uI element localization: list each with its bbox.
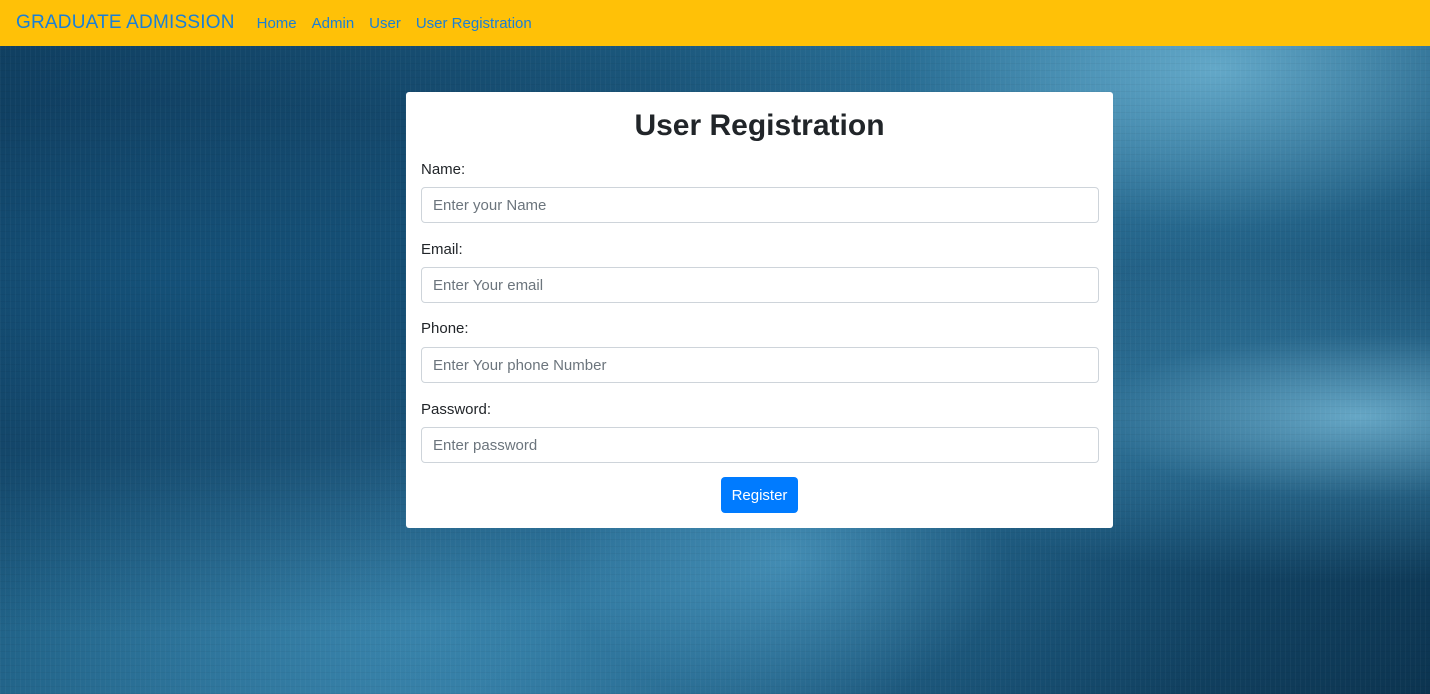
nav-link-user-registration[interactable]: User Registration	[416, 15, 532, 32]
phone-label: Phone:	[421, 320, 469, 337]
top-navbar: GRADUATE ADMISSION Home Admin User User …	[0, 0, 1430, 46]
nav-link-home[interactable]: Home	[257, 15, 297, 32]
email-label: Email:	[421, 241, 463, 258]
phone-input[interactable]	[421, 347, 1099, 383]
nav-link-user[interactable]: User	[369, 15, 401, 32]
password-label: Password:	[421, 401, 492, 418]
email-input[interactable]	[421, 267, 1099, 303]
form-title: User Registration	[634, 109, 885, 142]
registration-card: User Registration Name: Email: Phone: Pa…	[406, 92, 1113, 528]
password-input[interactable]	[421, 427, 1099, 463]
name-label: Name:	[421, 161, 466, 178]
name-input[interactable]	[421, 187, 1099, 223]
nav-link-admin[interactable]: Admin	[312, 15, 355, 32]
register-button[interactable]: Register	[721, 477, 798, 513]
brand-link[interactable]: GRADUATE ADMISSION	[16, 12, 235, 34]
